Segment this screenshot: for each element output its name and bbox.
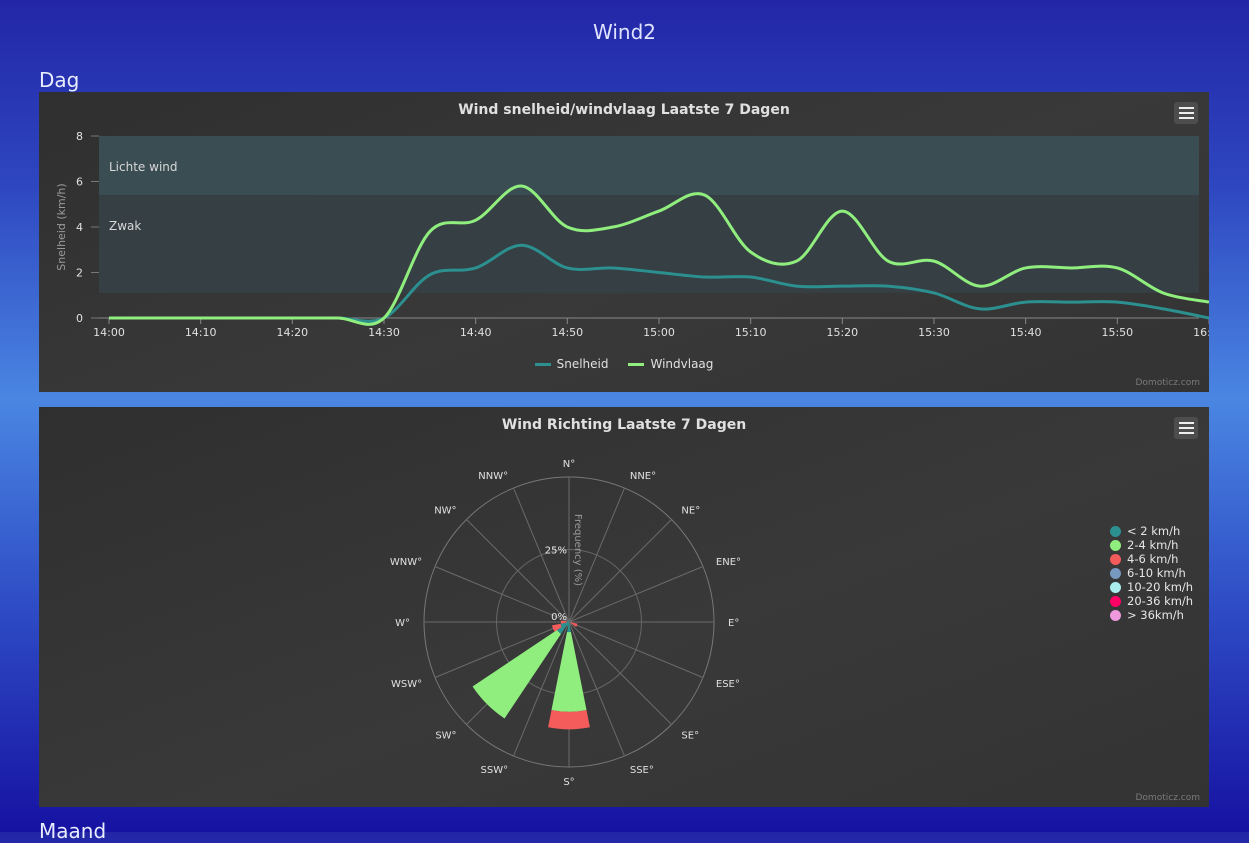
legend-item[interactable]: 4-6 km/h xyxy=(1110,552,1193,566)
wind-direction-chart-panel: N° NNE° NE° ENE° E° ESE° SE° SSE° S° SSW° SW° WSW° W… xyxy=(39,407,1209,807)
x-tick-label: 14:10 xyxy=(185,326,217,339)
direction-label: SSW° xyxy=(481,765,509,776)
legend-label: 6-10 km/h xyxy=(1127,566,1186,580)
legend-label: < 2 km/h xyxy=(1127,524,1181,538)
plot-band-label: Lichte wind xyxy=(109,160,178,174)
x-tick-label: 14:30 xyxy=(368,326,400,339)
wind-speed-chart: Lichte wind Zwak 0 2 4 6 8 14:00 14:10 14:20 14:3… xyxy=(55,102,1209,339)
legend-label: 10-20 km/h xyxy=(1127,580,1194,594)
y-axis-label: Snelheid (km/h) xyxy=(55,183,68,270)
legend-item[interactable]: > 36km/h xyxy=(1110,608,1193,622)
legend-label: 4-6 km/h xyxy=(1127,552,1179,566)
direction-label: SW° xyxy=(435,730,456,741)
legend-swatch xyxy=(1110,567,1121,579)
x-tick-label: 15:20 xyxy=(826,326,858,339)
x-tick-label: 15:50 xyxy=(1101,326,1133,339)
direction-label: W° xyxy=(395,618,410,629)
direction-label: ENE° xyxy=(716,557,741,568)
chart-credit[interactable]: Domoticz.com xyxy=(1136,793,1201,803)
legend-swatch xyxy=(628,362,645,366)
legend-label: 2-4 km/h xyxy=(1127,538,1179,552)
legend-item[interactable]: 6-10 km/h xyxy=(1110,566,1193,580)
legend-item[interactable]: Snelheid xyxy=(534,357,609,371)
section-title-day: Dag xyxy=(39,68,80,92)
direction-label: NW° xyxy=(434,506,456,517)
x-tick-label: 14:50 xyxy=(551,326,583,339)
legend-item[interactable]: 2-4 km/h xyxy=(1110,538,1193,552)
direction-label: N° xyxy=(563,459,575,470)
x-tick-label: 15:10 xyxy=(735,326,767,339)
x-tick-label: 14:00 xyxy=(93,326,125,339)
direction-label: NNE° xyxy=(630,471,656,482)
legend-swatch xyxy=(1110,581,1121,593)
direction-label: SE° xyxy=(681,730,699,741)
radial-axis-label: Frequency (%) xyxy=(572,514,583,586)
chart-menu-button[interactable] xyxy=(1174,417,1198,439)
wind-direction-chart: N° NNE° NE° ENE° E° ESE° SE° SSE° S° SSW° SW° WSW° W… xyxy=(390,417,746,788)
direction-label: NE° xyxy=(681,506,700,517)
direction-label: SSE° xyxy=(630,765,654,776)
direction-label: WNW° xyxy=(390,557,422,568)
legend-swatch xyxy=(1110,595,1121,607)
x-tick-label: 15:00 xyxy=(643,326,675,339)
legend-item[interactable]: 10-20 km/h xyxy=(1110,580,1193,594)
legend-swatch xyxy=(534,362,551,366)
legend-label: > 36km/h xyxy=(1127,608,1184,622)
rose-bar-segment[interactable] xyxy=(548,710,590,730)
legend-swatch xyxy=(1110,553,1121,565)
wind-direction-legend: < 2 km/h 2-4 km/h 4-6 km/h 6-10 km/h 10-20 k… xyxy=(1110,524,1193,622)
direction-label: WSW° xyxy=(391,679,422,690)
plot-band xyxy=(99,195,1199,293)
legend-swatch xyxy=(1110,539,1121,551)
section-title-month: Maand xyxy=(39,819,107,843)
legend-item[interactable]: < 2 km/h xyxy=(1110,524,1193,538)
wind-direction-chart-title: Wind Richting Laatste 7 Dagen xyxy=(502,417,746,433)
wind-speed-chart-title: Wind snelheid/windvlaag Laatste 7 Dagen xyxy=(458,102,790,118)
chart-credit[interactable]: Domoticz.com xyxy=(1136,378,1201,388)
wind-speed-legend: Snelheid Windvlaag xyxy=(39,357,1209,371)
chart-menu-button[interactable] xyxy=(1174,102,1198,124)
direction-label: NNW° xyxy=(478,471,508,482)
radial-tick-label: 25% xyxy=(545,546,567,557)
y-tick-label: 2 xyxy=(76,267,83,280)
page-title: Wind2 xyxy=(593,20,656,44)
legend-item[interactable]: Windvlaag xyxy=(628,357,713,371)
legend-label: Windvlaag xyxy=(650,357,714,371)
legend-swatch xyxy=(1110,525,1121,537)
plot-band-label: Zwak xyxy=(109,219,141,233)
x-tick-label: 16:00 xyxy=(1193,326,1209,339)
x-tick-label: 14:20 xyxy=(276,326,308,339)
direction-label: ESE° xyxy=(716,679,740,690)
legend-swatch xyxy=(1110,609,1121,621)
x-tick-label: 14:40 xyxy=(460,326,492,339)
plot-band xyxy=(99,136,1199,196)
y-tick-label: 8 xyxy=(76,130,83,143)
legend-label: Snelheid xyxy=(556,357,609,371)
x-tick-label: 15:30 xyxy=(918,326,950,339)
radial-tick-label: 0% xyxy=(551,612,567,623)
direction-label: S° xyxy=(563,777,574,788)
y-tick-label: 4 xyxy=(76,221,83,234)
rose-bar-segment[interactable] xyxy=(551,631,587,712)
y-tick-label: 0 xyxy=(76,312,83,325)
x-tick-label: 15:40 xyxy=(1010,326,1042,339)
y-tick-label: 6 xyxy=(76,176,83,189)
direction-label: E° xyxy=(728,618,739,629)
legend-label: 20-36 km/h xyxy=(1127,594,1194,608)
wind-speed-chart-panel: Lichte wind Zwak 0 2 4 6 8 14:00 14:10 14:20 14:3… xyxy=(39,92,1209,392)
legend-item[interactable]: 20-36 km/h xyxy=(1110,594,1193,608)
